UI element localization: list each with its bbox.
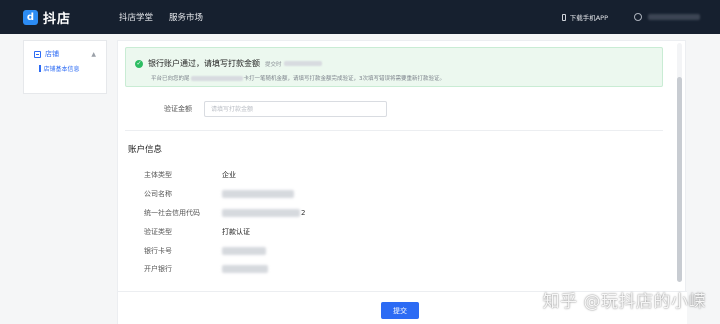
user-name-redacted xyxy=(648,14,700,20)
alert-submit-time-label: 提交时 xyxy=(265,61,282,68)
alert-title: 银行账户通过，请填写打款金额 xyxy=(148,59,260,68)
phone-icon xyxy=(561,13,566,21)
alert-description: 平台已向您的尾 卡打一笔随机金额，请填写打款金额完成验证，3次填写错误将需要重新… xyxy=(151,74,445,82)
submit-button[interactable]: 提交 xyxy=(381,302,419,319)
main-card: ✓ 银行账户通过，请填写打款金额 提交时 平台已向您的尾 卡打一笔随机金额，请填… xyxy=(117,40,687,324)
info-row-bank: 开户银行 xyxy=(144,260,305,279)
info-label: 开户银行 xyxy=(144,265,172,274)
user-menu[interactable] xyxy=(634,13,700,21)
alert-desc-prefix: 平台已向您的尾 xyxy=(151,76,190,82)
info-value: 打款认证 xyxy=(222,227,250,236)
info-label: 公司名称 xyxy=(144,190,172,199)
sidebar-item-store-basic-info[interactable]: 店铺基本信息 xyxy=(39,64,106,73)
verify-amount-row: 验证金额 xyxy=(118,101,663,117)
divider xyxy=(125,130,663,131)
credit-code-tail: 2 xyxy=(301,208,306,217)
verify-amount-label: 验证金额 xyxy=(164,105,192,113)
check-circle-icon: ✓ xyxy=(135,59,143,68)
verify-amount-input[interactable] xyxy=(204,101,387,117)
success-alert: ✓ 银行账户通过，请填写打款金额 提交时 平台已向您的尾 卡打一笔随机金额，请填… xyxy=(125,47,663,87)
nav-item-academy[interactable]: 抖店学堂 xyxy=(119,11,153,23)
account-info-list: 主体类型 企业 公司名称 统一社会信用代码 2 验证类型 打款认证 银行卡号 开… xyxy=(144,166,305,279)
info-label: 银行卡号 xyxy=(144,246,172,255)
info-row-credit-code: 统一社会信用代码 2 xyxy=(144,204,305,223)
info-label: 验证类型 xyxy=(144,227,172,236)
alert-desc-suffix: 卡打一笔随机金额，请填写打款金额完成验证，3次填写错误将需要重新打款验证。 xyxy=(243,76,446,82)
store-icon xyxy=(34,50,41,58)
brand-name: 抖店 xyxy=(43,11,72,27)
download-app-link[interactable]: 下载手机APP xyxy=(561,12,608,22)
account-info-title: 账户信息 xyxy=(128,145,163,155)
alert-header: ✓ 银行账户通过，请填写打款金额 提交时 xyxy=(135,58,322,69)
sidebar-group-store[interactable]: 店铺 ▲ xyxy=(34,49,106,59)
active-indicator xyxy=(39,65,41,72)
info-row-bank-card: 银行卡号 xyxy=(144,241,305,260)
douyin-store-logo-icon: d xyxy=(23,9,38,25)
watermark: 知乎 @玩抖店的小嵘 xyxy=(542,292,706,312)
info-row-company-name: 公司名称 xyxy=(144,185,305,204)
sidebar-item-label: 店铺基本信息 xyxy=(43,66,80,73)
redacted-company-name xyxy=(222,190,294,199)
top-nav-bar: d 抖店 抖店学堂 服务市场 下载手机APP xyxy=(0,0,720,34)
redacted-card-number xyxy=(190,75,243,81)
sidebar: 店铺 ▲ 店铺基本信息 xyxy=(23,40,107,94)
scrollbar-thumb[interactable] xyxy=(677,77,682,282)
top-right-area: 下载手机APP xyxy=(561,0,720,34)
info-row-entity-type: 主体类型 企业 xyxy=(144,166,305,185)
sidebar-group-label: 店铺 xyxy=(45,50,59,58)
main-nav: 抖店学堂 服务市场 xyxy=(119,11,219,23)
info-value: 企业 xyxy=(222,171,236,180)
download-app-label: 下载手机APP xyxy=(569,14,608,22)
info-label: 主体类型 xyxy=(144,171,172,180)
avatar xyxy=(634,13,642,21)
redacted-credit-code xyxy=(222,208,300,217)
nav-item-service-market[interactable]: 服务市场 xyxy=(169,11,203,23)
info-label: 统一社会信用代码 xyxy=(144,208,200,217)
redacted-bank-card xyxy=(222,246,266,255)
chevron-up-icon: ▲ xyxy=(91,50,96,58)
brand-logo[interactable]: d 抖店 xyxy=(23,8,71,27)
info-row-verify-type: 验证类型 打款认证 xyxy=(144,222,305,241)
redacted-bank-name xyxy=(222,265,268,274)
redacted-time xyxy=(283,61,322,66)
